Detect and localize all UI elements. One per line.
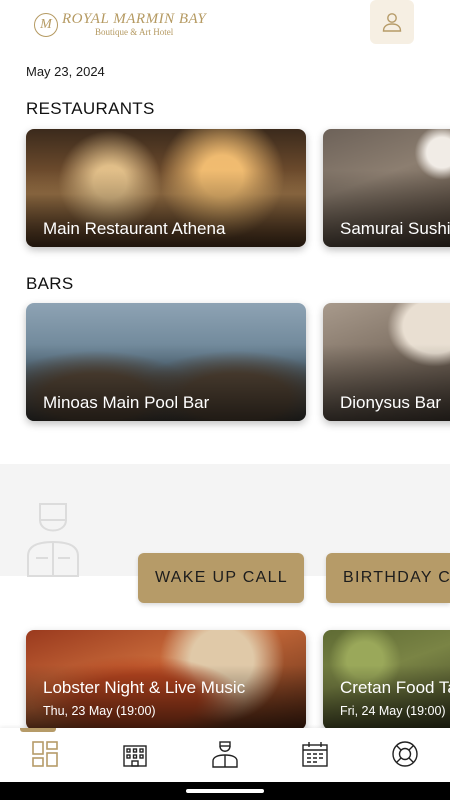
bar-card-minoas[interactable]: Minoas Main Pool Bar bbox=[26, 303, 306, 421]
bar-card-label: Minoas Main Pool Bar bbox=[43, 393, 210, 412]
concierge-staff-icon bbox=[212, 741, 238, 768]
nav-item-home[interactable] bbox=[27, 738, 63, 770]
event-title: Lobster Night & Live Music bbox=[43, 678, 246, 697]
system-home-bar bbox=[0, 782, 450, 800]
restaurant-card-athena[interactable]: Main Restaurant Athena bbox=[26, 129, 306, 247]
nav-item-hotel[interactable] bbox=[117, 738, 153, 770]
logo-name: ROYAL MARMIN BAY bbox=[62, 11, 207, 27]
wake-up-call-button[interactable]: WAKE UP CALL bbox=[138, 553, 304, 603]
event-title: Cretan Food Ta bbox=[340, 678, 450, 697]
hotel-building-icon bbox=[123, 745, 147, 767]
birthday-button[interactable]: BIRTHDAY C bbox=[326, 553, 450, 603]
profile-button[interactable] bbox=[370, 0, 414, 44]
bottom-navigation bbox=[0, 728, 450, 782]
restaurant-card-label: Samurai Sushi bbox=[340, 219, 450, 238]
hotel-logo: M ROYAL MARMIN BAY Boutique & Art Hotel bbox=[34, 12, 206, 37]
current-date: May 23, 2024 bbox=[26, 64, 105, 79]
nav-item-concierge[interactable] bbox=[207, 738, 243, 770]
bar-card-dionysus[interactable]: Dionysus Bar bbox=[323, 303, 450, 421]
bar-card-label: Dionysus Bar bbox=[340, 393, 442, 412]
bars-heading: BARS bbox=[26, 274, 74, 293]
event-card-cretan[interactable]: Cretan Food Ta Fri, 24 May (19:00) bbox=[323, 630, 450, 730]
nav-item-help[interactable] bbox=[387, 738, 423, 770]
app-header: M ROYAL MARMIN BAY Boutique & Art Hotel bbox=[0, 0, 450, 52]
logo-subtitle: Boutique & Art Hotel bbox=[94, 27, 174, 37]
user-icon bbox=[382, 13, 402, 32]
active-tab-indicator bbox=[20, 728, 56, 732]
home-indicator[interactable] bbox=[186, 789, 264, 793]
restaurant-card-samurai[interactable]: Samurai Sushi bbox=[323, 129, 450, 247]
lifebuoy-icon bbox=[392, 741, 418, 767]
event-date: Fri, 24 May (19:00) bbox=[340, 704, 446, 718]
restaurants-heading: RESTAURANTS bbox=[26, 99, 155, 118]
logo-mark-icon: M bbox=[34, 12, 58, 37]
concierge-icon bbox=[27, 503, 79, 577]
calendar-icon bbox=[302, 742, 328, 767]
event-card-lobster[interactable]: Lobster Night & Live Music Thu, 23 May (… bbox=[26, 630, 306, 730]
restaurant-card-label: Main Restaurant Athena bbox=[43, 219, 226, 238]
event-date: Thu, 23 May (19:00) bbox=[43, 704, 156, 718]
nav-item-calendar[interactable] bbox=[297, 738, 333, 770]
dashboard-icon bbox=[32, 741, 58, 767]
